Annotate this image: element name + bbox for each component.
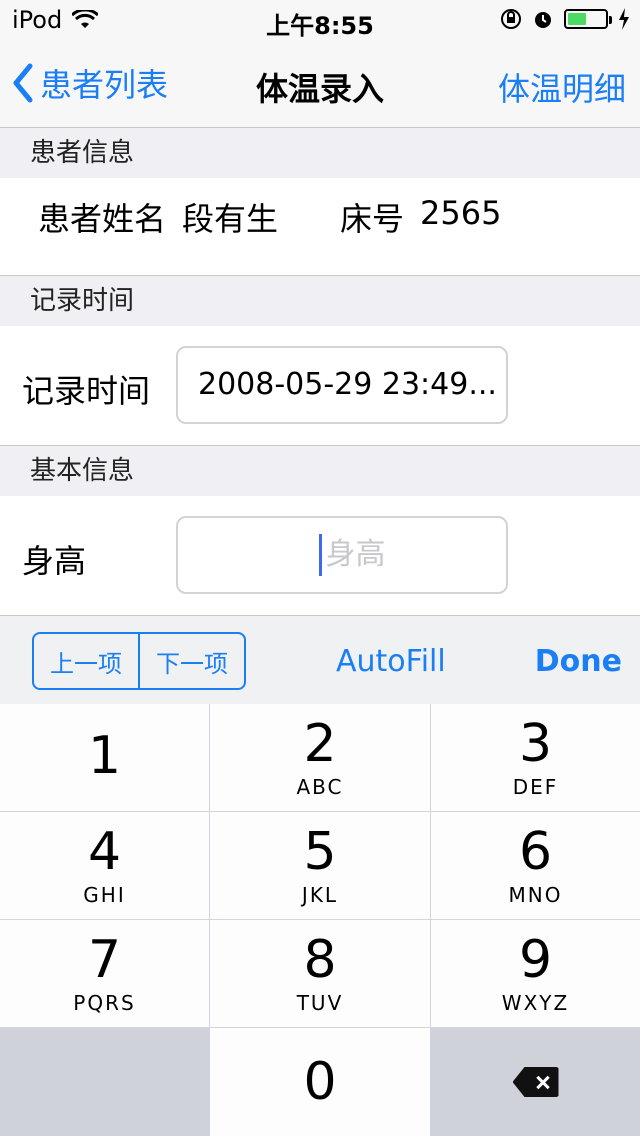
status-bar: iPod 上午8:55: [0, 0, 640, 40]
keyboard-accessory-bar: 上一项 下一项 AutoFill Done: [0, 615, 640, 705]
record-time-row: 记录时间 2008-05-29 23:49...: [0, 326, 640, 445]
section-header-patient: 患者信息: [0, 128, 640, 178]
autofill-button[interactable]: AutoFill: [336, 644, 446, 679]
text-caret: [318, 534, 322, 576]
number-keypad: 1 2 ABC 3 DEF 4 GHI 5 JKL 6 MNO 7 PQRS 8…: [0, 704, 640, 1136]
next-item-button[interactable]: 下一项: [138, 634, 244, 688]
record-time-label: 记录时间: [22, 372, 151, 410]
bed-label: 床号: [340, 200, 405, 238]
prev-next-segmented-control: 上一项 下一项: [32, 632, 246, 690]
battery-icon: [564, 9, 612, 29]
section-header-basic-info: 基本信息: [0, 446, 640, 496]
key-5[interactable]: 5 JKL: [210, 812, 430, 919]
height-input[interactable]: 身高: [176, 516, 508, 594]
key-3[interactable]: 3 DEF: [431, 704, 640, 811]
bed-number-value: 2565: [420, 194, 502, 232]
key-9[interactable]: 9 WXYZ: [431, 920, 640, 1027]
height-placeholder: 身高: [325, 537, 386, 572]
temperature-detail-button[interactable]: 体温明细: [498, 64, 626, 110]
patient-info-row: 患者姓名 段有生 床号 2565: [0, 178, 640, 275]
key-8[interactable]: 8 TUV: [210, 920, 430, 1027]
record-time-field[interactable]: 2008-05-29 23:49...: [176, 346, 508, 424]
patient-name-label: 患者姓名: [38, 200, 167, 238]
key-2[interactable]: 2 ABC: [210, 704, 430, 811]
backspace-icon: [512, 1067, 559, 1097]
charging-icon: [619, 8, 629, 30]
key-1[interactable]: 1: [0, 704, 209, 811]
alarm-icon: [535, 12, 551, 28]
delete-key[interactable]: [431, 1028, 640, 1136]
navigation-bar: 患者列表 体温录入 体温明细: [0, 40, 640, 128]
done-button[interactable]: Done: [535, 644, 622, 679]
height-label: 身高: [22, 542, 87, 580]
section-header-record-time: 记录时间: [0, 276, 640, 326]
top-bar: iPod 上午8:55 患者列表 体温录入 体温明细: [0, 0, 640, 128]
patient-name-value: 段有生: [182, 200, 279, 238]
previous-item-button[interactable]: 上一项: [34, 634, 138, 688]
key-7[interactable]: 7 PQRS: [0, 920, 209, 1027]
key-blank: [0, 1028, 209, 1136]
key-0[interactable]: 0: [210, 1028, 430, 1136]
key-4[interactable]: 4 GHI: [0, 812, 209, 919]
orientation-lock-icon: [501, 9, 521, 29]
height-row: 身高 身高: [0, 496, 640, 615]
key-6[interactable]: 6 MNO: [431, 812, 640, 919]
